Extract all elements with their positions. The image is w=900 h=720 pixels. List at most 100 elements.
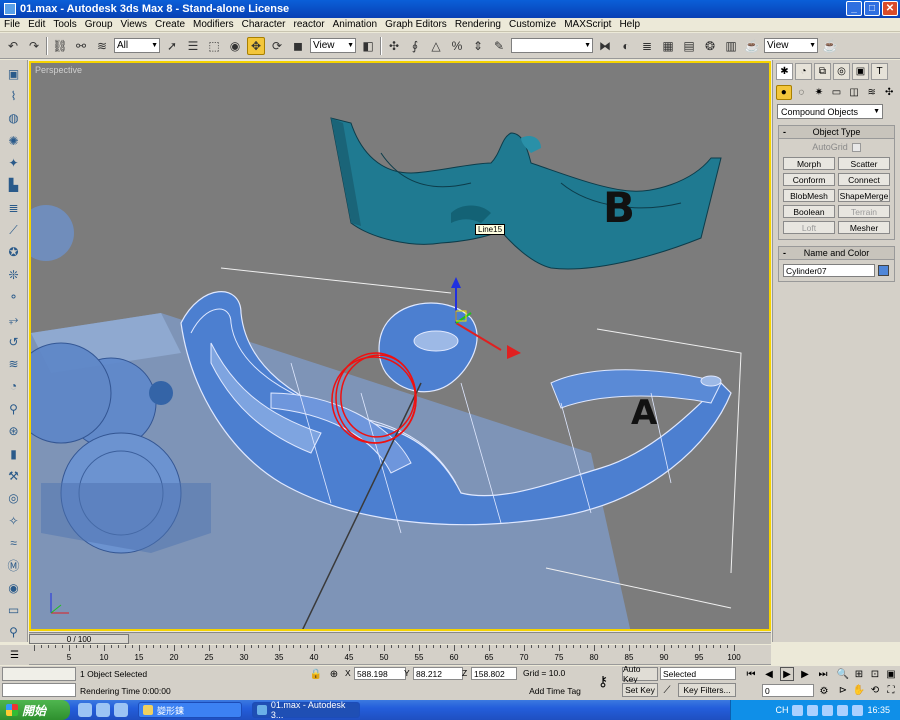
object-color-swatch[interactable] [878, 265, 889, 276]
object-name-field[interactable]: Cylinder07 [783, 264, 875, 277]
maxscript-listener[interactable] [2, 667, 76, 681]
shapes-icon[interactable]: ⌇ [4, 86, 24, 105]
previous-frame-icon[interactable]: ◀ [762, 667, 776, 681]
dynamics-icon[interactable]: ⚬ [4, 287, 24, 306]
mr-icon[interactable]: Ⓜ [4, 556, 24, 575]
lights-icon[interactable]: ✷ [811, 85, 827, 100]
auto-key-button[interactable]: Auto Key [622, 664, 658, 684]
mental-ray-icon[interactable]: ◎ [4, 489, 24, 508]
render-icon[interactable]: ◔ [4, 377, 24, 396]
display-icon[interactable]: ▮ [4, 444, 24, 463]
menu-graph-editors[interactable]: Graph Editors [385, 19, 447, 30]
task-folder[interactable]: 變形鍊 [138, 702, 242, 718]
menu-character[interactable]: Character [242, 19, 286, 30]
link-icon[interactable]: ⛓ [51, 37, 69, 55]
rect-selection-icon[interactable]: ⬚ [205, 37, 223, 55]
menu-edit[interactable]: Edit [28, 19, 45, 30]
zoom-extents-icon[interactable]: ⊡ [868, 667, 882, 681]
align-icon[interactable]: ◐ [617, 37, 635, 55]
mirror-tool-icon[interactable]: ≈ [4, 533, 24, 552]
viewport-label[interactable]: Perspective [35, 65, 82, 75]
menu-tools[interactable]: Tools [53, 19, 76, 30]
current-frame-field[interactable]: 0 [762, 684, 814, 697]
quick-launch-media-icon[interactable] [96, 703, 110, 717]
track-bar[interactable]: 5 10 15 20 25 30 35 40 45 50 55 60 65 70 75 80 85 90 95 100 [29, 645, 771, 665]
pan-icon[interactable]: ✋ [852, 683, 866, 697]
render-scene-icon[interactable]: ▥ [722, 37, 740, 55]
tray-icon-4[interactable] [837, 704, 849, 716]
maximize-button[interactable]: □ [864, 1, 880, 16]
maxscript-mini-listener[interactable] [2, 683, 76, 697]
particles-icon[interactable]: ❊ [4, 265, 24, 284]
menu-file[interactable]: File [4, 19, 20, 30]
render-type-dropdown[interactable]: View [764, 38, 818, 53]
ik-icon[interactable]: ✧ [4, 511, 24, 530]
lock-selection-icon[interactable]: 🔒 [309, 667, 323, 681]
reference-coordinate-dropdown[interactable]: View [310, 38, 356, 53]
schematic-view-icon[interactable]: ▤ [680, 37, 698, 55]
close-button[interactable]: ✕ [882, 1, 898, 16]
start-button[interactable]: 開始 [0, 700, 70, 720]
zoom-all-icon[interactable]: ⊞ [852, 667, 866, 681]
language-indicator[interactable]: CH [775, 705, 788, 715]
menu-create[interactable]: Create [155, 19, 185, 30]
menu-animation[interactable]: Animation [333, 19, 377, 30]
material-editor-icon[interactable]: ❂ [701, 37, 719, 55]
select-move-icon[interactable]: ✥ [247, 36, 265, 55]
modify-tab-icon[interactable]: ◔ [795, 63, 812, 80]
helpers-icon[interactable]: ◫ [846, 85, 862, 100]
undo-icon[interactable]: ↶ [4, 37, 22, 55]
menu-group[interactable]: Group [85, 19, 113, 30]
utilities-icon[interactable]: ⚒ [4, 466, 24, 485]
objects-icon[interactable]: ▣ [4, 64, 24, 83]
play-icon[interactable]: ▶ [780, 667, 794, 681]
perspective-viewport[interactable]: Perspective Line15 A B [29, 61, 771, 631]
utilities-tab-icon[interactable]: T [871, 63, 888, 80]
modifiers-icon[interactable]: ⟋ [4, 220, 24, 239]
go-to-end-icon[interactable]: ⏭ [816, 667, 830, 681]
helpers-icon[interactable]: ▙ [4, 176, 24, 195]
menu-rendering[interactable]: Rendering [455, 19, 501, 30]
cameras-icon[interactable]: ✦ [4, 153, 24, 172]
mini-curve-editor-icon[interactable]: ☰ [0, 645, 29, 665]
menu-maxscript[interactable]: MAXScript [564, 19, 611, 30]
redo-icon[interactable]: ↷ [25, 37, 43, 55]
category-dropdown[interactable]: Compound Objects [777, 104, 883, 119]
zoom-icon[interactable]: ⚲ [4, 623, 24, 642]
window-crossing-icon[interactable]: ◉ [226, 37, 244, 55]
key-tangent-icon[interactable]: ⟋ [660, 683, 674, 697]
spinner-snap-icon[interactable]: ⇕ [469, 37, 487, 55]
motion-icon[interactable]: ↺ [4, 332, 24, 351]
motion-tab-icon[interactable]: ◎ [833, 63, 850, 80]
menu-help[interactable]: Help [619, 19, 640, 30]
z-coordinate-field[interactable]: 158.802 [471, 667, 517, 680]
shapes-icon[interactable]: ◌ [794, 85, 810, 100]
key-mode-dropdown[interactable]: Selected [660, 667, 736, 680]
mental-ray-sphere-icon[interactable]: ◉ [4, 578, 24, 597]
select-rotate-icon[interactable]: ⟳ [268, 37, 286, 55]
arc-rotate-icon[interactable]: ⟲ [868, 683, 882, 697]
select-scale-icon[interactable]: ◼ [289, 37, 307, 55]
snaps-toggle-icon[interactable]: ∮ [406, 37, 424, 55]
scatter-button[interactable]: Scatter [838, 157, 890, 170]
compounds-icon[interactable]: ◍ [4, 109, 24, 128]
go-to-start-icon[interactable]: ⏮ [744, 667, 758, 681]
minimize-button[interactable]: _ [846, 1, 862, 16]
display-tab-icon[interactable]: ▣ [852, 63, 869, 80]
menu-customize[interactable]: Customize [509, 19, 556, 30]
add-time-tag-button[interactable]: Add Time Tag [519, 684, 591, 698]
y-coordinate-field[interactable]: 88.212 [413, 667, 463, 680]
reactor-icon[interactable]: ⊛ [4, 422, 24, 441]
select-by-name-icon[interactable]: ☰ [184, 37, 202, 55]
zoom-icon[interactable]: 🔍 [836, 667, 850, 681]
space-warps-icon[interactable]: ≣ [4, 198, 24, 217]
blobmesh-button[interactable]: BlobMesh [783, 189, 835, 202]
set-key-button[interactable]: Set Key [622, 683, 658, 697]
time-slider-thumb[interactable]: 0 / 100 [29, 634, 129, 644]
named-selection-sets-dropdown[interactable] [511, 38, 593, 53]
autogrid-checkbox[interactable] [851, 142, 861, 152]
character-icon[interactable]: ⚲ [4, 399, 24, 418]
systems-icon[interactable]: ✣ [881, 85, 897, 100]
surface-tools-icon[interactable]: ≋ [4, 354, 24, 373]
mesher-button[interactable]: Mesher [838, 221, 890, 234]
